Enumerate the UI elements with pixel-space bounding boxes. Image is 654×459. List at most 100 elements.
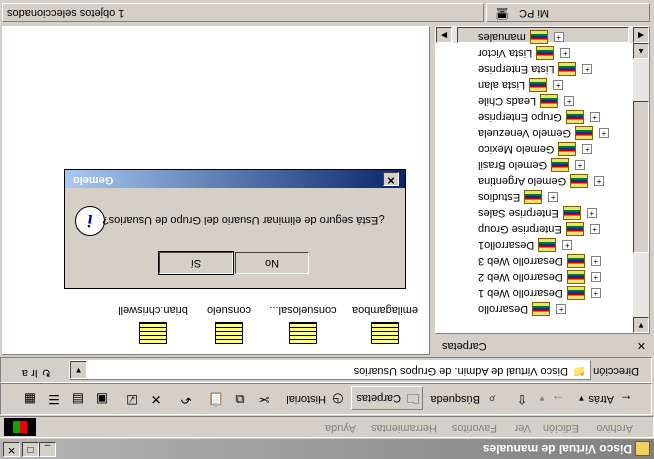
folder-icon [562, 206, 581, 220]
back-label: Atrás [588, 393, 614, 405]
expand-icon[interactable]: + [598, 128, 609, 138]
tree-item[interactable]: Gemelo Venezuela + [478, 125, 609, 141]
expand-icon[interactable]: + [560, 48, 571, 58]
tree-item[interactable]: Lista Victor + [478, 45, 571, 61]
file-item[interactable]: emilagamboa [345, 304, 425, 344]
expand-icon[interactable]: + [590, 288, 601, 298]
menu-edicion[interactable]: Edición [543, 422, 579, 434]
tree-item[interactable]: Desarrollo Web 3 + [478, 253, 601, 269]
folders-panel-close-button[interactable]: ✕ [637, 339, 646, 352]
scroll-down-button[interactable]: ▼ [633, 317, 649, 333]
expand-icon[interactable]: + [562, 240, 573, 250]
folder-icon [529, 78, 548, 92]
tree-item[interactable]: Grupo Enterprise + [478, 109, 600, 125]
scroll-right-button[interactable]: ◀ [633, 27, 649, 43]
file-item[interactable]: consuelo [189, 304, 269, 344]
tree-item[interactable]: Gemelo Argentina + [478, 173, 605, 189]
small-icons-icon: ▤ [71, 392, 85, 407]
view-large-icons-button[interactable]: ▣ [93, 388, 111, 410]
dialog-close-button[interactable]: ✕ [383, 172, 399, 186]
tree-item[interactable]: Estudios + [478, 189, 559, 205]
view-small-icons-button[interactable]: ▤ [69, 388, 87, 410]
file-item[interactable]: brian.chriswell [113, 304, 193, 344]
status-message: 1 objetos seleccionados [7, 7, 125, 19]
file-label: consuelo [206, 304, 252, 316]
menu-favoritos[interactable]: Favoritos [452, 422, 497, 434]
menu-archivo[interactable]: Archivo [596, 422, 633, 434]
no-button[interactable]: No [235, 252, 309, 274]
list-icon: ☰ [48, 392, 60, 407]
back-arrow-icon: ← [619, 392, 633, 407]
minimize-button[interactable]: _ [39, 442, 56, 457]
move-to-button[interactable]: ✂ [255, 388, 273, 410]
expand-icon[interactable]: + [590, 256, 601, 266]
tree-item[interactable]: Lista alan + [478, 77, 564, 93]
tree-item[interactable]: Desarrollo + [478, 301, 567, 317]
search-button[interactable]: ⌕ Búsqueda [430, 388, 501, 410]
menu-ayuda[interactable]: Ayuda [325, 422, 356, 434]
tree-item[interactable]: Gemelo Mexico + [478, 141, 593, 157]
expand-icon[interactable]: + [582, 64, 593, 74]
expand-icon[interactable]: + [594, 176, 605, 186]
file-item[interactable]: consuelosal... [263, 304, 343, 344]
scroll-left-button[interactable]: ▶ [436, 27, 452, 43]
status-message-pane: 1 objetos seleccionados [2, 3, 484, 22]
tree-item[interactable]: Desarrollo Web 1 + [478, 285, 601, 301]
dialog-title-bar: Gemelo ✕ [65, 170, 405, 188]
tree-item-label: Lista Victor [478, 47, 533, 59]
expand-icon[interactable]: + [548, 192, 559, 202]
expand-icon[interactable]: + [589, 112, 600, 122]
view-list-button[interactable]: ☰ [45, 388, 63, 410]
folder-icon [536, 46, 555, 60]
tree-item[interactable]: Enterprise Sales + [478, 205, 597, 221]
close-window-button[interactable]: ✕ [3, 442, 20, 457]
expand-icon[interactable]: + [553, 80, 564, 90]
info-icon: i [75, 206, 105, 236]
up-folder-icon: ⇧ [516, 392, 528, 407]
expand-icon[interactable]: + [590, 272, 601, 282]
properties-button[interactable]: ☑ [123, 388, 141, 410]
copy-to-button[interactable]: ⧉ [231, 388, 249, 410]
expand-icon[interactable]: + [564, 96, 575, 106]
address-input[interactable]: 📁 Disco Virtual de Admin. de Grupos Usua… [69, 360, 591, 380]
view-details-button[interactable]: ▦ [21, 388, 39, 410]
undo-button[interactable]: ↶ [177, 388, 195, 410]
menu-herramientas[interactable]: Herramientas [371, 422, 437, 434]
up-folder-button[interactable]: ⇧ [513, 388, 531, 410]
window-icon [635, 441, 650, 456]
folder-icon [558, 62, 577, 76]
delete-button[interactable]: ✕ [147, 388, 165, 410]
tree-item[interactable]: Desarrollo1 + [478, 237, 573, 253]
forward-button[interactable]: → ▼ [538, 388, 567, 410]
tree-item-label: Grupo Enterprise [478, 111, 562, 123]
expand-icon[interactable]: + [553, 32, 564, 42]
expand-icon[interactable]: + [586, 208, 597, 218]
back-button[interactable]: ← Atrás ▼ [577, 388, 635, 410]
scroll-thumb[interactable] [633, 101, 649, 253]
go-button[interactable]: ↻ Ir a [22, 366, 51, 379]
expand-icon[interactable]: + [589, 224, 600, 234]
folder-tree: ▼ ▲ ▶ ◀ Desarrollo + Desarrollo Web 1 + Desa… [435, 26, 650, 334]
expand-icon[interactable]: + [575, 160, 586, 170]
tree-item[interactable]: Desarrollo Web 2 + [478, 269, 601, 285]
expand-icon[interactable]: + [582, 144, 593, 154]
folders-button[interactable]: 🗀 Carpetas [351, 386, 423, 410]
tree-item[interactable]: Lista Enterprise + [478, 61, 593, 77]
tree-vertical-scrollbar[interactable]: ▼ ▲ [633, 27, 649, 333]
back-dropdown-icon: ▼ [577, 394, 586, 404]
maximize-button[interactable]: □ [22, 442, 39, 457]
folders-label: Carpetas [356, 392, 401, 404]
menu-ver[interactable]: Ver [514, 422, 531, 434]
folder-icon [529, 30, 548, 44]
scroll-up-button[interactable]: ▲ [633, 43, 649, 59]
paste-button[interactable]: 📋 [207, 388, 225, 410]
tree-item[interactable]: manuales + [478, 29, 564, 45]
address-dropdown-button[interactable]: ▼ [70, 361, 87, 379]
tree-item[interactable]: Gemelo Brasil + [478, 157, 586, 173]
tree-item[interactable]: Leads Chile + [478, 93, 575, 109]
tree-item[interactable]: Enterprise Group + [478, 221, 600, 237]
expand-icon[interactable]: + [556, 304, 567, 314]
history-button[interactable]: ◷ Historial [286, 388, 347, 410]
yes-button[interactable]: Sí [158, 251, 234, 275]
large-icons-icon: ▣ [95, 392, 109, 407]
